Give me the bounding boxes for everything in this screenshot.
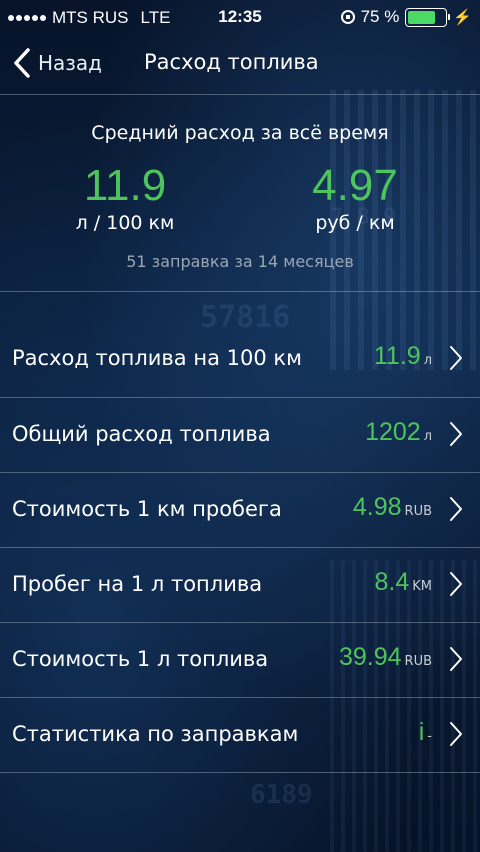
stats-list: Расход топлива на 100 км 11.9 л Общий ра…: [0, 322, 480, 773]
list-item-unit: -: [427, 729, 432, 744]
list-item-value: 4.98: [352, 493, 402, 521]
list-item-label: Стоимость 1 км пробега: [12, 497, 282, 521]
chevron-right-icon: [450, 497, 462, 521]
list-item-unit: KM: [412, 579, 432, 594]
summary-cost-value: 4.97: [312, 161, 398, 210]
list-item-label: Статистика по заправкам: [12, 722, 299, 746]
back-label: Назад: [38, 51, 103, 75]
chevron-right-icon: [450, 647, 462, 671]
list-item-cost-per-liter[interactable]: Стоимость 1 л топлива 39.94 RUB: [0, 623, 480, 698]
summary-cost: 4.97 руб / км: [255, 161, 455, 235]
list-item-refuel-stats[interactable]: Статистика по заправкам i -: [0, 698, 480, 773]
summary-title: Средний расход за всё время: [91, 122, 389, 144]
summary-consumption: 11.9 л / 100 км: [25, 161, 225, 235]
list-item-unit: RUB: [404, 504, 432, 519]
chevron-right-icon: [450, 572, 462, 596]
list-item-km-per-liter[interactable]: Пробег на 1 л топлива 8.4 KM: [0, 548, 480, 623]
charging-bolt-icon: ⚡: [453, 9, 472, 26]
page-title: Расход топлива: [144, 50, 319, 74]
back-button[interactable]: Назад: [12, 46, 102, 80]
rotation-lock-icon: [340, 10, 355, 24]
summary-consumption-unit: л / 100 км: [75, 212, 175, 234]
list-item-cost-per-km[interactable]: Стоимость 1 км пробега 4.98 RUB: [0, 473, 480, 548]
battery-level: [408, 10, 436, 24]
list-item-value: 8.4: [374, 568, 410, 596]
list-item-value: 1202: [365, 418, 421, 446]
list-item-value: i: [418, 718, 425, 746]
divider: [0, 94, 480, 95]
list-item-unit: л: [423, 429, 432, 444]
chevron-left-icon: [14, 48, 30, 78]
list-item-label: Пробег на 1 л топлива: [12, 572, 263, 596]
background-decoration: 6189: [250, 780, 313, 810]
list-item-unit: л: [423, 353, 432, 368]
battery-icon: [405, 7, 451, 27]
divider: [0, 291, 480, 292]
battery-percent: 75 %: [360, 7, 400, 26]
navigation-bar: Назад Расход топлива: [0, 36, 480, 92]
list-item-unit: RUB: [404, 654, 432, 669]
summary-panel: Средний расход за всё время 11.9 л / 100…: [0, 110, 480, 290]
chevron-right-icon: [450, 722, 462, 746]
status-bar: MTS RUS LTE 12:35 75 % ⚡: [0, 0, 480, 36]
list-item-label: Расход топлива на 100 км: [12, 346, 302, 370]
summary-cost-unit: руб / км: [315, 212, 395, 234]
chevron-right-icon: [450, 346, 462, 370]
list-item-total-consumption[interactable]: Общий расход топлива 1202 л: [0, 398, 480, 473]
list-item-value: 11.9: [373, 342, 421, 370]
list-item-value: 39.94: [338, 643, 402, 671]
chevron-right-icon: [450, 422, 462, 446]
summary-consumption-value: 11.9: [83, 161, 167, 210]
summary-subtitle: 51 заправка за 14 месяцев: [126, 252, 354, 271]
list-item-label: Стоимость 1 л топлива: [12, 647, 269, 671]
list-item-consumption-100km[interactable]: Расход топлива на 100 км 11.9 л: [0, 322, 480, 398]
list-item-label: Общий расход топлива: [12, 422, 271, 446]
